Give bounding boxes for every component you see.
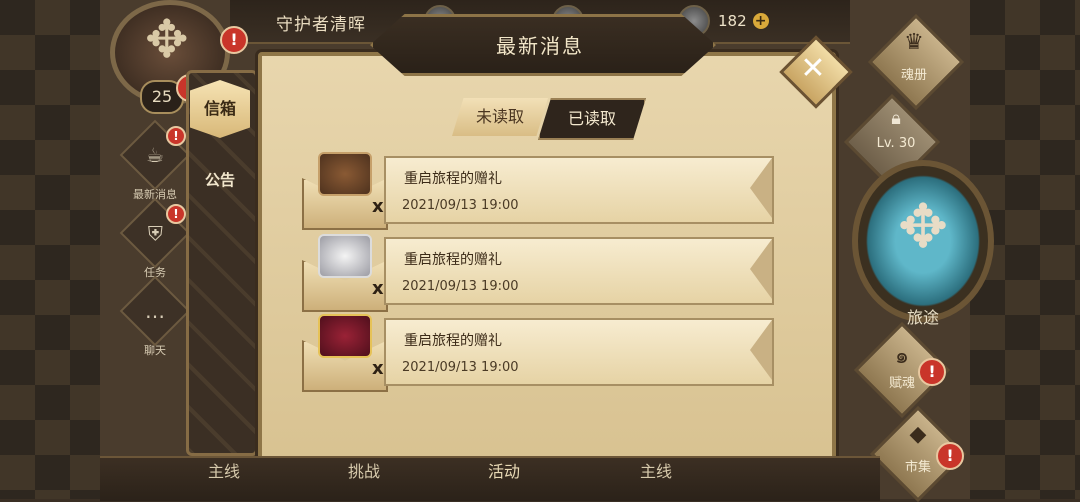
chat-bubble-icon: …	[119, 275, 191, 347]
guardian-emblem-icon: ✥	[145, 10, 189, 70]
nav-main-right[interactable]: 主线	[640, 458, 672, 482]
market-alert-icon: !	[936, 442, 964, 470]
journey-crest-icon: ✥	[897, 192, 949, 262]
soul-book-label: 魂册	[900, 68, 927, 83]
filter-read-button[interactable]: 已读取	[538, 98, 646, 140]
mail-title: 重启旅程的赠礼	[404, 333, 502, 349]
tab-mailbox[interactable]: 信箱	[190, 80, 250, 138]
mail-row[interactable]: 重启旅程的赠礼 2021/09/13 19:00	[384, 156, 774, 224]
mail-title: 重启旅程的赠礼	[404, 171, 502, 187]
nav-event[interactable]: 活动	[488, 458, 520, 482]
mail-date: 2021/09/13 19:00	[402, 198, 519, 213]
journey-label: 旅途	[906, 308, 939, 327]
resource-crystal-value: 182	[718, 12, 747, 30]
wooden-chest-icon	[318, 152, 372, 196]
mail-row[interactable]: 重启旅程的赠礼 2021/09/13 19:00	[384, 237, 774, 305]
side-chat-button[interactable]: … 聊天	[119, 275, 191, 358]
reward-wooden-chest: x1	[302, 150, 396, 230]
lock-icon: 🔒︎	[891, 108, 901, 129]
gold-chest-icon	[318, 314, 372, 358]
soul-gift-alert-icon: !	[918, 358, 946, 386]
filter-unread-button[interactable]: 未读取	[452, 98, 548, 136]
reward-gold-chest: x1	[302, 312, 396, 392]
mail-date: 2021/09/13 19:00	[402, 279, 519, 294]
mail-title: 重启旅程的赠礼	[404, 252, 502, 268]
add-crystal-button[interactable]: +	[752, 13, 769, 29]
left-wall-pattern	[0, 0, 110, 499]
mail-date: 2021/09/13 19:00	[402, 360, 519, 375]
tab-notice[interactable]: 公告	[190, 160, 250, 200]
news-alert-icon: !	[166, 126, 186, 146]
mail-row[interactable]: 重启旅程的赠礼 2021/09/13 19:00	[384, 318, 774, 386]
player-name: 守护者清晖	[276, 15, 366, 35]
reward-silver-chest: x1	[302, 232, 396, 312]
task-alert-icon: !	[166, 204, 186, 224]
dialog-title: 最新消息	[496, 34, 584, 58]
avatar-alert-icon: !	[220, 26, 248, 54]
nav-main-left[interactable]: 主线	[208, 458, 240, 482]
locked-level-label: Lv. 30	[876, 136, 916, 151]
close-icon[interactable]: ✕	[798, 50, 828, 88]
silver-chest-icon	[318, 234, 372, 278]
nav-challenge[interactable]: 挑战	[348, 458, 380, 482]
soul-book-icon: ♛	[904, 30, 924, 55]
